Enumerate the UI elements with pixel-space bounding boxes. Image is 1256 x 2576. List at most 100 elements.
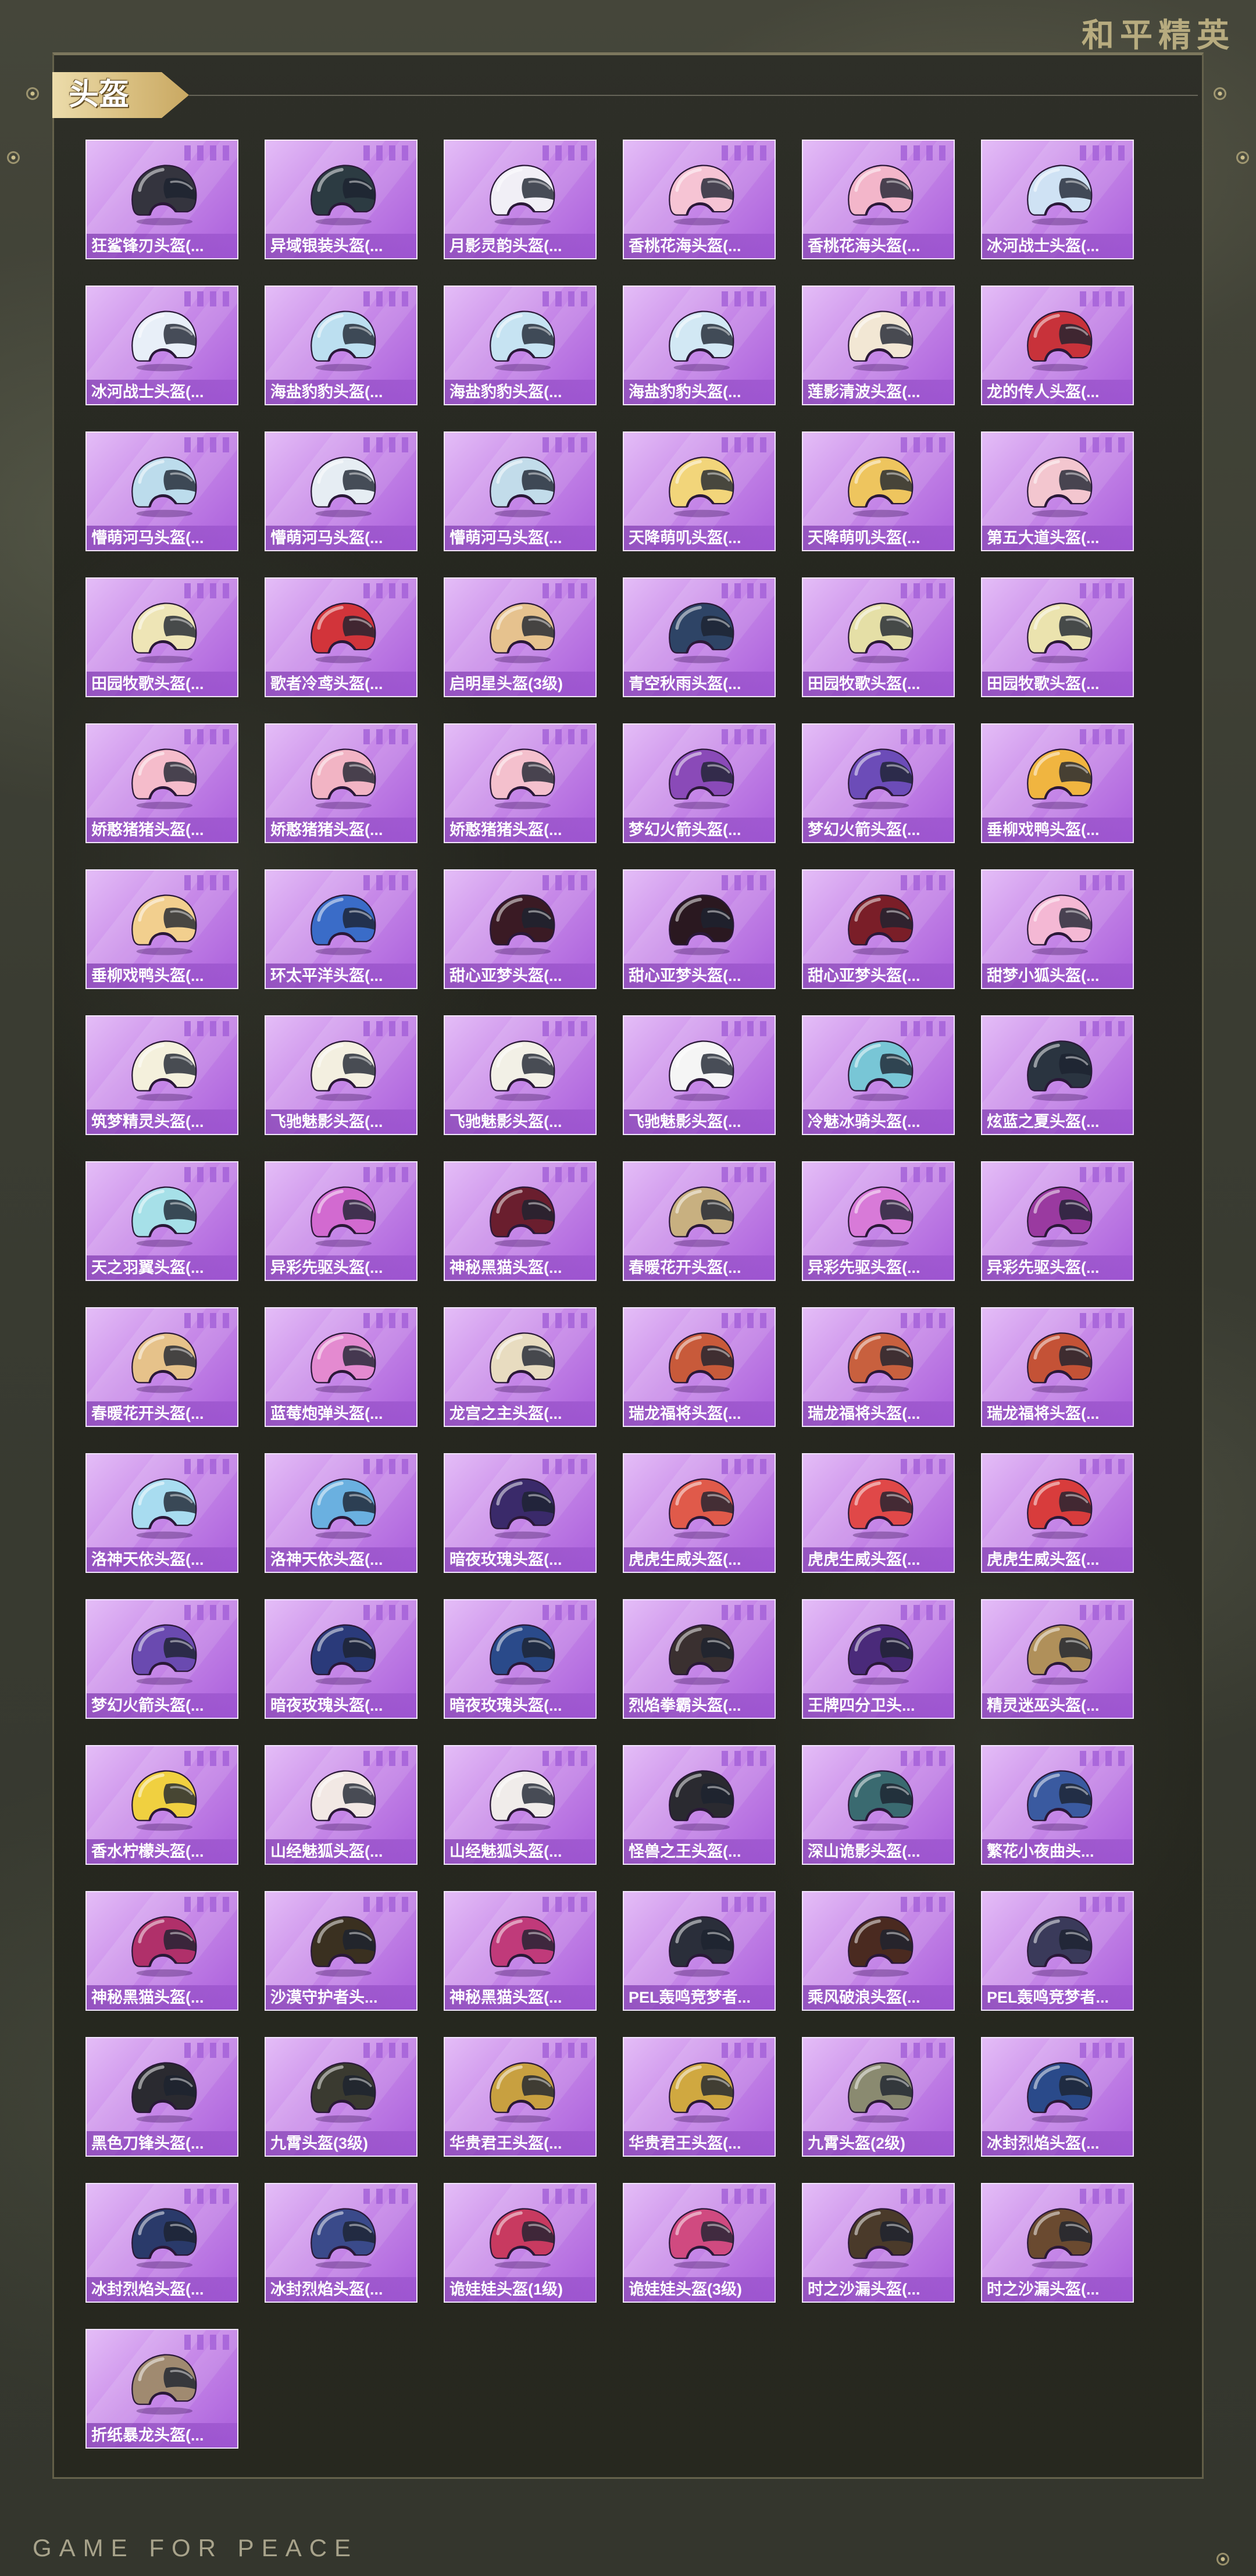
helmet-item[interactable]: 瑞龙福将头盔(... — [981, 1307, 1134, 1427]
helmet-item[interactable]: 梦幻火箭头盔(... — [85, 1599, 238, 1719]
helmet-item[interactable]: 乘风破浪头盔(... — [802, 1891, 955, 2011]
helmet-item[interactable]: 飞驰魅影头盔(... — [444, 1015, 597, 1135]
helmet-item[interactable]: 瑞龙福将头盔(... — [802, 1307, 955, 1427]
helmet-item[interactable]: 环太平洋头盔(... — [265, 869, 418, 989]
helmet-item[interactable]: 时之沙漏头盔(... — [802, 2183, 955, 2303]
helmet-item[interactable]: 山经魅狐头盔(... — [444, 1745, 597, 1865]
helmet-item[interactable]: 神秘黑猫头盔(... — [444, 1891, 597, 2011]
helmet-item[interactable]: 深山诡影头盔(... — [802, 1745, 955, 1865]
helmet-item[interactable]: 华贵君王头盔(... — [623, 2037, 776, 2157]
helmet-item[interactable]: 海盐豹豹头盔(... — [444, 286, 597, 405]
helmet-item[interactable]: 甜梦小狐头盔(... — [981, 869, 1134, 989]
helmet-item[interactable]: 暗夜玫瑰头盔(... — [444, 1453, 597, 1573]
helmet-item[interactable]: 冰封烈焰头盔(... — [265, 2183, 418, 2303]
helmet-item[interactable]: 异域银装头盔(... — [265, 140, 418, 259]
helmet-item[interactable]: 诡娃娃头盔(3级) — [623, 2183, 776, 2303]
helmet-item[interactable]: 怪兽之王头盔(... — [623, 1745, 776, 1865]
helmet-item[interactable]: 香水柠檬头盔(... — [85, 1745, 238, 1865]
helmet-item[interactable]: 田园牧歌头盔(... — [981, 577, 1134, 697]
helmet-item[interactable]: 甜心亚梦头盔(... — [444, 869, 597, 989]
helmet-item[interactable]: 海盐豹豹头盔(... — [623, 286, 776, 405]
helmet-item[interactable]: 月影灵韵头盔(... — [444, 140, 597, 259]
helmet-item[interactable]: 田园牧歌头盔(... — [802, 577, 955, 697]
helmet-item[interactable]: 飞驰魅影头盔(... — [623, 1015, 776, 1135]
helmet-item[interactable]: 娇憨猪猪头盔(... — [85, 723, 238, 843]
helmet-item[interactable]: 田园牧歌头盔(... — [85, 577, 238, 697]
helmet-item[interactable]: 春暖花开头盔(... — [85, 1307, 238, 1427]
helmet-item[interactable]: 垂柳戏鸭头盔(... — [85, 869, 238, 989]
helmet-item[interactable]: 山经魅狐头盔(... — [265, 1745, 418, 1865]
helmet-item[interactable]: 春暖花开头盔(... — [623, 1161, 776, 1281]
helmet-item[interactable]: 莲影清波头盔(... — [802, 286, 955, 405]
helmet-item[interactable]: 梦幻火箭头盔(... — [623, 723, 776, 843]
helmet-item[interactable]: PEL轰鸣竞梦者... — [623, 1891, 776, 2011]
helmet-item[interactable]: 懵萌河马头盔(... — [85, 431, 238, 551]
helmet-item[interactable]: 折纸暴龙头盔(... — [85, 2329, 238, 2449]
helmet-item[interactable]: 第五大道头盔(... — [981, 431, 1134, 551]
helmet-item[interactable]: 娇憨猪猪头盔(... — [265, 723, 418, 843]
helmet-item[interactable]: 时之沙漏头盔(... — [981, 2183, 1134, 2303]
section-header: 头盔 — [52, 72, 189, 118]
helmet-item[interactable]: 九霄头盔(2级) — [802, 2037, 955, 2157]
helmet-item[interactable]: 暗夜玫瑰头盔(... — [444, 1599, 597, 1719]
helmet-item[interactable]: 蓝莓炮弹头盔(... — [265, 1307, 418, 1427]
helmet-item[interactable]: 垂柳戏鸭头盔(... — [981, 723, 1134, 843]
helmet-item[interactable]: 龙的传人头盔(... — [981, 286, 1134, 405]
helmet-icon — [669, 1040, 734, 1101]
helmet-item[interactable]: 天降萌叽头盔(... — [623, 431, 776, 551]
helmet-item[interactable]: 异彩先驱头盔(... — [802, 1161, 955, 1281]
helmet-item[interactable]: 狂鲨锋刃头盔(... — [85, 140, 238, 259]
helmet-item[interactable]: 华贵君王头盔(... — [444, 2037, 597, 2157]
helmet-item[interactable]: 天之羽翼头盔(... — [85, 1161, 238, 1281]
helmet-item[interactable]: 神秘黑猫头盔(... — [85, 1891, 238, 2011]
helmet-item[interactable]: 懵萌河马头盔(... — [265, 431, 418, 551]
helmet-item[interactable]: 诡娃娃头盔(1级) — [444, 2183, 597, 2303]
helmet-item[interactable]: 烈焰拳霸头盔(... — [623, 1599, 776, 1719]
helmet-item[interactable]: 洛神天依头盔(... — [265, 1453, 418, 1573]
helmet-item[interactable]: 洛神天依头盔(... — [85, 1453, 238, 1573]
ornament-dot — [7, 151, 20, 164]
helmet-item[interactable]: 虎虎生威头盔(... — [623, 1453, 776, 1573]
helmet-item[interactable]: 天降萌叽头盔(... — [802, 431, 955, 551]
helmet-item[interactable]: 冰封烈焰头盔(... — [85, 2183, 238, 2303]
helmet-item[interactable]: 九霄头盔(3级) — [265, 2037, 418, 2157]
helmet-item[interactable]: 瑞龙福将头盔(... — [623, 1307, 776, 1427]
item-label: 甜心亚梦头盔(... — [624, 964, 775, 988]
helmet-item[interactable]: 黑色刀锋头盔(... — [85, 2037, 238, 2157]
helmet-item[interactable]: 龙宫之主头盔(... — [444, 1307, 597, 1427]
helmet-item[interactable]: 甜心亚梦头盔(... — [802, 869, 955, 989]
helmet-item[interactable]: 异彩先驱头盔(... — [981, 1161, 1134, 1281]
helmet-item[interactable]: 冰河战士头盔(... — [85, 286, 238, 405]
helmet-item[interactable]: PEL轰鸣竞梦者... — [981, 1891, 1134, 2011]
helmet-item[interactable]: 异彩先驱头盔(... — [265, 1161, 418, 1281]
helmet-item[interactable]: 冷魅冰骑头盔(... — [802, 1015, 955, 1135]
helmet-item[interactable]: 香桃花海头盔(... — [623, 140, 776, 259]
item-label: 冰封烈焰头盔(... — [87, 2277, 237, 2302]
helmet-item[interactable]: 神秘黑猫头盔(... — [444, 1161, 597, 1281]
item-label: 歌者冷鸢头盔(... — [266, 672, 416, 696]
helmet-item[interactable]: 海盐豹豹头盔(... — [265, 286, 418, 405]
helmet-item[interactable]: 炫蓝之夏头盔(... — [981, 1015, 1134, 1135]
helmet-item[interactable]: 冰封烈焰头盔(... — [981, 2037, 1134, 2157]
helmet-item[interactable]: 懵萌河马头盔(... — [444, 431, 597, 551]
helmet-item[interactable]: 甜心亚梦头盔(... — [623, 869, 776, 989]
helmet-item[interactable]: 王牌四分卫头... — [802, 1599, 955, 1719]
helmet-item[interactable]: 启明星头盔(3级) — [444, 577, 597, 697]
helmet-item[interactable]: 青空秋雨头盔(... — [623, 577, 776, 697]
helmet-item[interactable]: 筑梦精灵头盔(... — [85, 1015, 238, 1135]
helmet-item[interactable]: 沙漠守护者头... — [265, 1891, 418, 2011]
helmet-icon — [131, 165, 197, 226]
helmet-item[interactable]: 娇憨猪猪头盔(... — [444, 723, 597, 843]
item-label: 月影灵韵头盔(... — [445, 234, 595, 258]
helmet-item[interactable]: 梦幻火箭头盔(... — [802, 723, 955, 843]
helmet-item[interactable]: 繁花小夜曲头... — [981, 1745, 1134, 1865]
helmet-item[interactable]: 虎虎生威头盔(... — [802, 1453, 955, 1573]
helmet-item[interactable]: 冰河战士头盔(... — [981, 140, 1134, 259]
helmet-item[interactable]: 虎虎生威头盔(... — [981, 1453, 1134, 1573]
helmet-item[interactable]: 飞驰魅影头盔(... — [265, 1015, 418, 1135]
helmet-item[interactable]: 暗夜玫瑰头盔(... — [265, 1599, 418, 1719]
helmet-item[interactable]: 香桃花海头盔(... — [802, 140, 955, 259]
helmet-item[interactable]: 歌者冷鸢头盔(... — [265, 577, 418, 697]
item-label: 异域银装头盔(... — [266, 234, 416, 258]
helmet-item[interactable]: 精灵迷巫头盔(... — [981, 1599, 1134, 1719]
